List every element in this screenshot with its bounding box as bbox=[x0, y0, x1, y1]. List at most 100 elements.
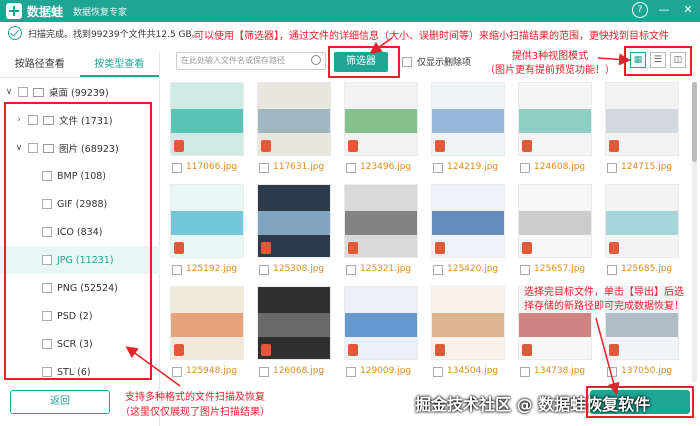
check-circle-icon bbox=[8, 26, 22, 40]
file-name: 126068.jpg bbox=[273, 366, 325, 376]
checkbox[interactable] bbox=[607, 163, 617, 173]
image-thumbnail[interactable] bbox=[431, 82, 505, 156]
image-thumbnail[interactable] bbox=[344, 286, 418, 360]
annotation-box-export bbox=[586, 386, 694, 418]
thumbnail-content bbox=[606, 313, 678, 337]
annotation-view-modes: 提供3种视图模式 （图片更有提前预览功能！） bbox=[485, 50, 615, 78]
image-thumbnail[interactable] bbox=[431, 184, 505, 258]
image-thumbnail[interactable] bbox=[257, 184, 331, 258]
file-name: 123496.jpg bbox=[360, 162, 412, 172]
deleted-trash-icon bbox=[261, 140, 271, 152]
checkbox[interactable] bbox=[172, 163, 182, 173]
image-thumbnail[interactable] bbox=[431, 286, 505, 360]
checkbox[interactable] bbox=[259, 367, 269, 377]
file-name: 117066.jpg bbox=[186, 162, 238, 172]
file-thumbnail-card[interactable]: 123496.jpg bbox=[338, 82, 422, 182]
image-thumbnail[interactable] bbox=[605, 82, 679, 156]
file-thumbnail-card[interactable]: 125321.jpg bbox=[338, 184, 422, 284]
checkbox[interactable] bbox=[520, 265, 530, 275]
file-thumbnail-card[interactable]: 124715.jpg bbox=[599, 82, 683, 182]
image-thumbnail[interactable] bbox=[518, 82, 592, 156]
thumbnail-content bbox=[171, 109, 243, 133]
file-thumbnail-card[interactable]: 117631.jpg bbox=[251, 82, 335, 182]
image-thumbnail[interactable] bbox=[170, 286, 244, 360]
help-button[interactable]: ? bbox=[632, 2, 648, 18]
search-icon[interactable] bbox=[311, 55, 321, 65]
back-button[interactable]: 返回 bbox=[10, 390, 110, 414]
close-button[interactable]: ✕ bbox=[680, 2, 696, 18]
deleted-trash-icon bbox=[435, 140, 445, 152]
file-thumbnail-card[interactable]: 129009.jpg bbox=[338, 286, 422, 386]
thumbnail-content bbox=[345, 109, 417, 133]
checkbox[interactable] bbox=[346, 265, 356, 275]
file-thumbnail-card[interactable]: 125657.jpg bbox=[512, 184, 596, 284]
deleted-trash-icon bbox=[609, 140, 619, 152]
image-thumbnail[interactable] bbox=[344, 184, 418, 258]
file-thumbnail-card[interactable]: 125308.jpg bbox=[251, 184, 335, 284]
drive-icon bbox=[33, 87, 44, 97]
image-thumbnail[interactable] bbox=[344, 82, 418, 156]
checkbox[interactable] bbox=[607, 265, 617, 275]
file-name: 124608.jpg bbox=[534, 162, 586, 172]
app-logo: 数据蛙 数据恢复专家 bbox=[6, 3, 127, 20]
file-thumbnail-card[interactable]: 126068.jpg bbox=[251, 286, 335, 386]
plus-logo-icon bbox=[6, 3, 22, 19]
checkbox[interactable] bbox=[433, 367, 443, 377]
thumbnail-content bbox=[258, 313, 330, 337]
image-thumbnail[interactable] bbox=[605, 184, 679, 258]
file-thumbnail-card[interactable]: 134504.jpg bbox=[425, 286, 509, 386]
file-name: 125657.jpg bbox=[534, 264, 586, 274]
checkbox[interactable] bbox=[259, 265, 269, 275]
checkbox[interactable] bbox=[402, 56, 412, 67]
deleted-trash-icon bbox=[174, 344, 184, 356]
annotation-filter-note: 可以使用【筛选器】，通过文件的详细信息（大小、误删时间等）来缩小扫描结果的范围，… bbox=[194, 31, 669, 42]
checkbox[interactable] bbox=[18, 87, 28, 97]
file-name: 125321.jpg bbox=[360, 264, 412, 274]
checkbox[interactable] bbox=[433, 163, 443, 173]
file-thumbnail-card[interactable]: 125192.jpg bbox=[164, 184, 248, 284]
search-input[interactable]: 在此处输入文件名或保存路径 bbox=[176, 52, 326, 70]
checkbox[interactable] bbox=[346, 163, 356, 173]
image-thumbnail[interactable] bbox=[518, 184, 592, 258]
deleted-trash-icon bbox=[435, 242, 445, 254]
file-thumbnail-card[interactable]: 125420.jpg bbox=[425, 184, 509, 284]
checkbox[interactable] bbox=[172, 265, 182, 275]
checkbox[interactable] bbox=[607, 367, 617, 377]
image-thumbnail[interactable] bbox=[257, 286, 331, 360]
tab-by-type[interactable]: 按类型查看 bbox=[79, 52, 159, 77]
image-thumbnail[interactable] bbox=[170, 184, 244, 258]
deleted-trash-icon bbox=[522, 344, 532, 356]
checkbox[interactable] bbox=[259, 163, 269, 173]
file-name: 125685.jpg bbox=[621, 264, 673, 274]
checkbox[interactable] bbox=[520, 163, 530, 173]
file-thumbnail-card[interactable]: 117066.jpg bbox=[164, 82, 248, 182]
annotation-line: 提供3种视图模式 bbox=[511, 51, 589, 62]
thumbnail-content bbox=[345, 313, 417, 337]
chevron-down-icon[interactable]: ∨ bbox=[4, 87, 14, 97]
deleted-trash-icon bbox=[609, 242, 619, 254]
file-thumbnail-card[interactable]: 124608.jpg bbox=[512, 82, 596, 182]
thumbnail-content bbox=[345, 211, 417, 235]
file-thumbnail-card[interactable]: 125685.jpg bbox=[599, 184, 683, 284]
scrollbar[interactable] bbox=[692, 82, 697, 382]
deleted-trash-icon bbox=[522, 242, 532, 254]
file-thumbnail-card[interactable]: 124219.jpg bbox=[425, 82, 509, 182]
thumbnail-content bbox=[519, 211, 591, 235]
scan-status-text: 扫描完成。找到99239个文件共12.5 GB。 bbox=[28, 29, 201, 40]
minimize-button[interactable]: — bbox=[656, 2, 672, 18]
only-deleted-toggle[interactable]: 仅显示删除项 bbox=[402, 55, 471, 68]
annotation-box-tree bbox=[4, 102, 152, 380]
file-name: 124219.jpg bbox=[447, 162, 499, 172]
image-thumbnail[interactable] bbox=[257, 82, 331, 156]
tab-by-path[interactable]: 按路径查看 bbox=[0, 52, 80, 77]
deleted-trash-icon bbox=[174, 140, 184, 152]
checkbox[interactable] bbox=[346, 367, 356, 377]
deleted-trash-icon bbox=[348, 242, 358, 254]
image-thumbnail[interactable] bbox=[170, 82, 244, 156]
file-name: 134504.jpg bbox=[447, 366, 499, 376]
checkbox[interactable] bbox=[520, 367, 530, 377]
checkbox[interactable] bbox=[172, 367, 182, 377]
checkbox[interactable] bbox=[433, 265, 443, 275]
thumbnail-content bbox=[432, 109, 504, 133]
file-thumbnail-card[interactable]: 125948.jpg bbox=[164, 286, 248, 386]
